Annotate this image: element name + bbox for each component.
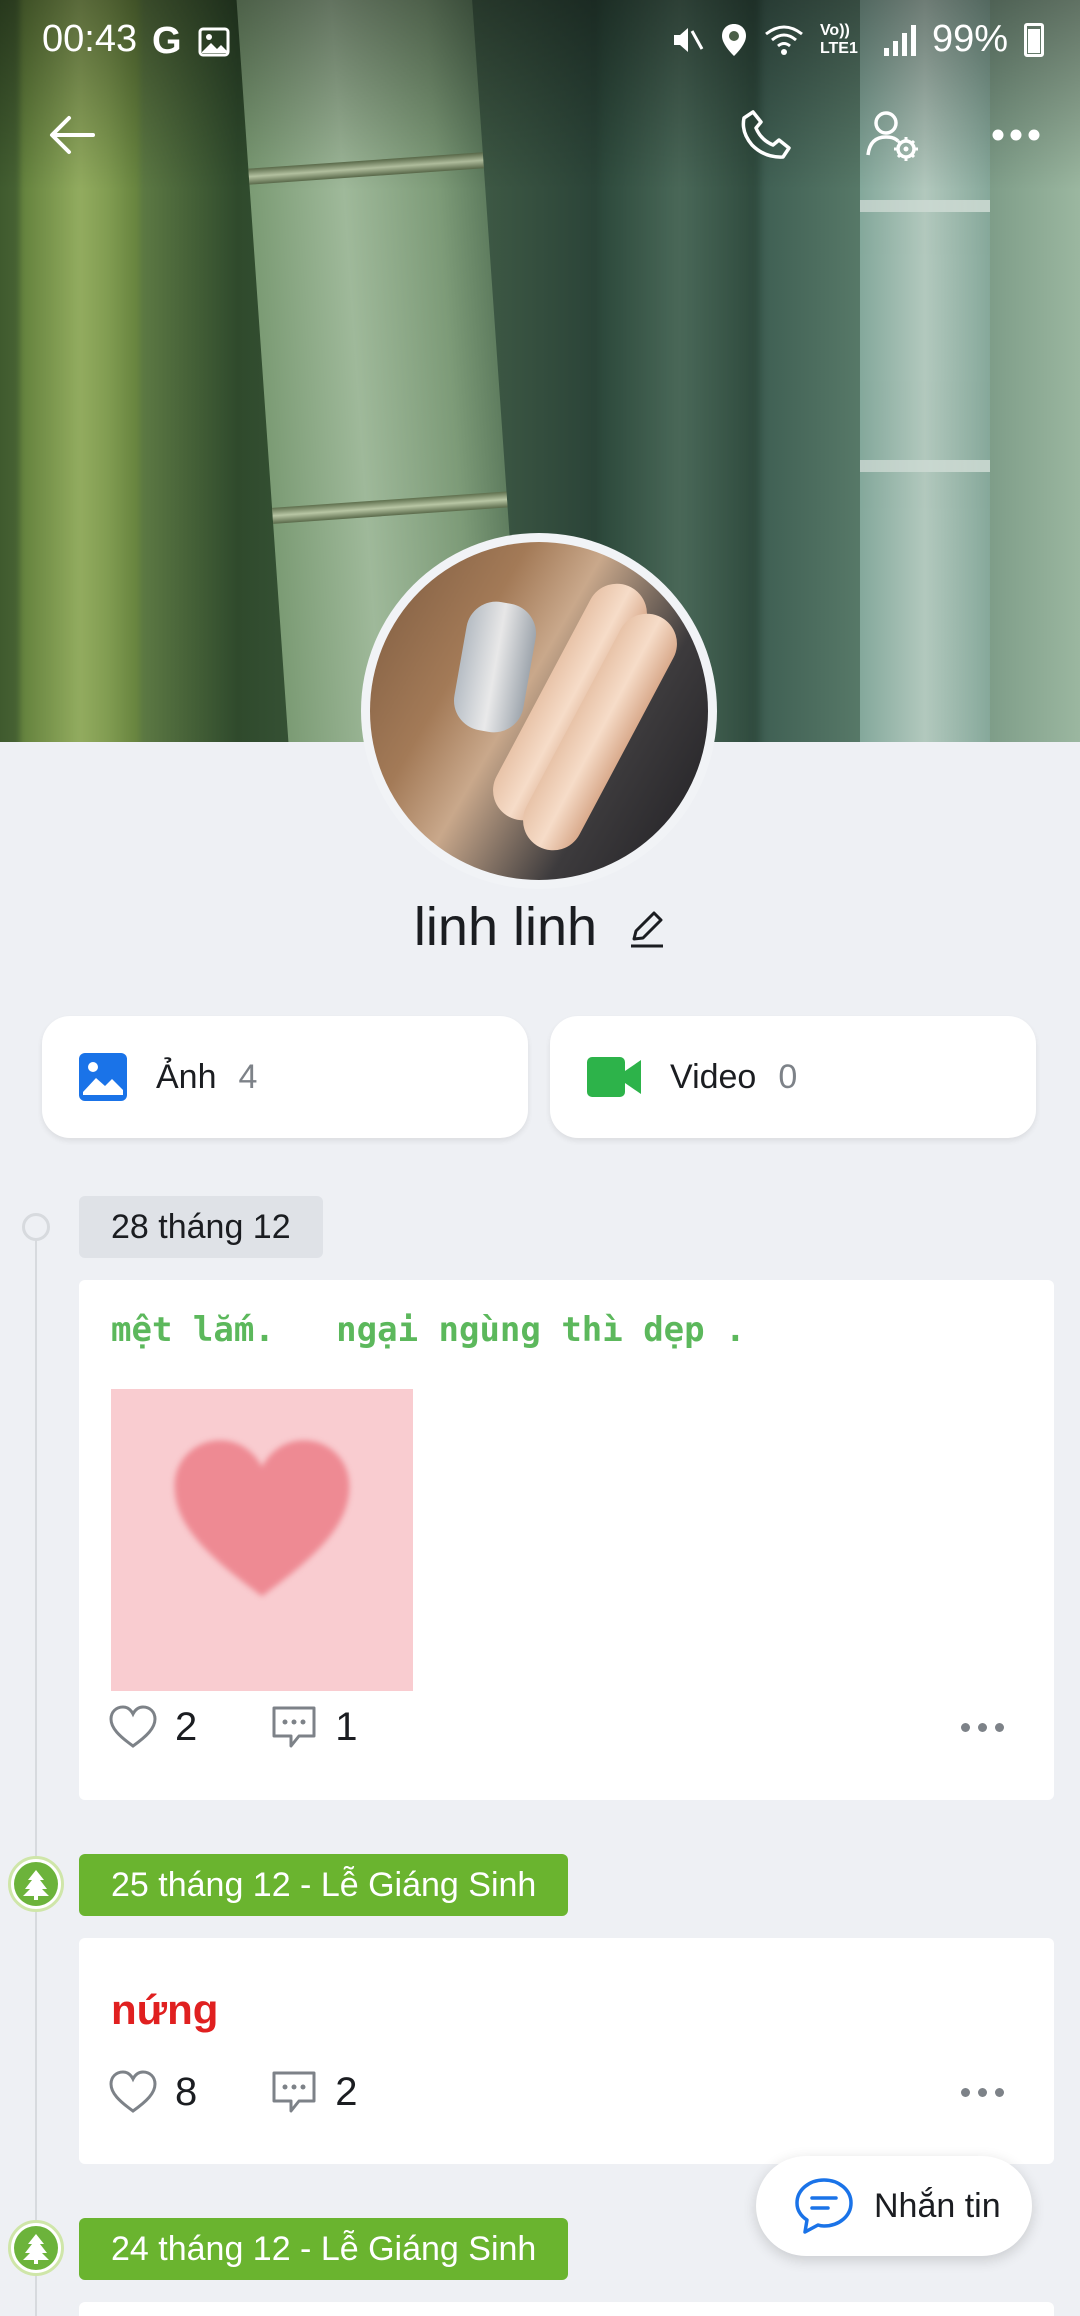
comment-icon (272, 2071, 316, 2113)
videos-label: Video (670, 1057, 757, 1096)
profile-settings-button[interactable] (852, 95, 932, 175)
heart-icon (109, 1705, 157, 1748)
christmas-tree-icon (23, 1870, 49, 1900)
post-actions: 2 1 (109, 1697, 432, 1757)
post-text: mệt lắm. ngại ngùng thì dẹp . (111, 1310, 746, 1350)
videos-count: 0 (778, 1057, 798, 1096)
post-more-button[interactable] (953, 2062, 1004, 2122)
post-text: nứng (111, 1986, 219, 2033)
send-message-button[interactable]: Nhắn tin (756, 2156, 1032, 2256)
post-more-button[interactable] (953, 1697, 1004, 1757)
profile-page: 00:43 G Vo)) LTE1 99% linh linh Ảnh 4 Vi… (0, 0, 1080, 2316)
phone-icon (741, 110, 791, 159)
profile-avatar[interactable] (361, 533, 717, 889)
location-icon (721, 23, 746, 56)
more-icon (992, 129, 1040, 141)
send-message-label: Nhắn tin (874, 2186, 1001, 2225)
like-button[interactable]: 8 (109, 2070, 197, 2115)
timeline-dot (22, 1213, 50, 1241)
comment-count: 1 (335, 1704, 358, 1749)
comment-count: 2 (335, 2069, 358, 2114)
timeline-holiday-marker (8, 1856, 64, 1912)
like-count: 8 (175, 2069, 198, 2114)
network-label: Vo)) LTE1 (819, 21, 858, 57)
status-time: 00:43 (42, 18, 138, 60)
user-settings-icon (866, 111, 918, 161)
battery-icon (1024, 22, 1044, 57)
more-options-button[interactable] (976, 95, 1056, 175)
video-icon (587, 1057, 641, 1097)
heart-image (174, 1440, 350, 1597)
timeline-post[interactable] (79, 2302, 1054, 2316)
timeline-line (35, 1228, 37, 2316)
like-button[interactable]: 2 (109, 1705, 197, 1750)
top-navigation (0, 95, 1080, 175)
comment-icon (272, 1706, 316, 1748)
photo-icon (79, 1053, 127, 1101)
profile-name: linh linh (413, 897, 598, 957)
photos-label: Ảnh (156, 1057, 217, 1096)
status-bar: 00:43 G Vo)) LTE1 99% (0, 0, 1080, 80)
timeline-post[interactable]: mệt lắm. ngại ngùng thì dẹp . 2 1 (79, 1280, 1054, 1800)
google-icon: G (152, 20, 182, 62)
mute-icon (673, 27, 704, 52)
avatar-image (370, 542, 708, 880)
like-count: 2 (175, 1704, 198, 1749)
edit-icon (631, 911, 664, 948)
back-arrow-icon (50, 116, 95, 154)
call-button[interactable] (726, 95, 806, 175)
post-actions: 8 2 (109, 2062, 432, 2122)
timeline-date: 25 tháng 12 - Lễ Giáng Sinh (79, 1854, 569, 1916)
christmas-tree-icon (23, 2234, 49, 2264)
profile-name-row: linh linh (0, 896, 1080, 962)
signal-icon (883, 24, 916, 56)
comment-button[interactable]: 2 (271, 2069, 358, 2115)
timeline-holiday-marker (8, 2220, 64, 2276)
wifi-icon (765, 25, 803, 55)
comment-button[interactable]: 1 (271, 1704, 358, 1750)
gallery-icon (198, 27, 230, 56)
post-photo[interactable] (111, 1389, 413, 1691)
timeline-post[interactable]: nứng 8 2 (79, 1938, 1054, 2164)
timeline-date: 24 tháng 12 - Lễ Giáng Sinh (79, 2218, 569, 2280)
edit-name-button[interactable] (628, 900, 666, 962)
back-button[interactable] (32, 95, 112, 175)
timeline-date: 28 tháng 12 (79, 1196, 323, 1258)
photos-card[interactable]: Ảnh 4 (42, 1016, 528, 1138)
videos-card[interactable]: Video 0 (550, 1016, 1036, 1138)
photos-count: 4 (238, 1057, 258, 1096)
heart-icon (109, 2070, 157, 2113)
chat-bubble-icon (795, 2178, 853, 2234)
battery-percent: 99% (931, 18, 1008, 60)
